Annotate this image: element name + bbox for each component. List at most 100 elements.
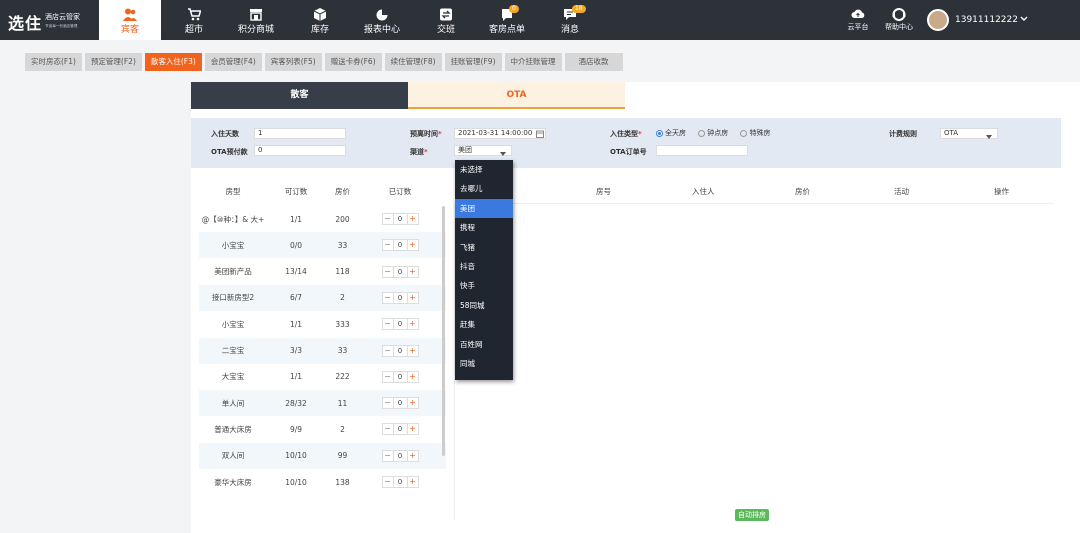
tab-credit[interactable]: 挂账管理(F9) [444,53,502,71]
nav-handover[interactable]: 交班 [428,0,464,40]
channel-option[interactable]: 飞猪 [455,238,513,257]
nav-reports-label: 报表中心 [363,25,400,35]
channel-option[interactable]: 抖音 [455,257,513,276]
calendar-icon[interactable] [536,130,544,140]
increment-button[interactable]: + [406,424,418,435]
decrement-button[interactable]: − [383,345,394,356]
tab-reservations[interactable]: 预定管理(F2) [84,53,142,71]
nav-points-mall[interactable]: 积分商城 [231,0,281,40]
radio-special[interactable]: 特殊房 [740,129,770,137]
booked-count[interactable]: 0 [394,398,407,408]
room-available: 10/10 [285,477,307,487]
table-row[interactable]: 普通大床房 9/9 2 −0 + [199,416,446,442]
increment-button[interactable]: + [406,319,418,330]
decrement-button[interactable]: − [383,240,394,251]
tab-agency-credit[interactable]: 中介挂账管理 [504,53,562,71]
booked-count[interactable]: 0 [394,424,407,434]
decrement-button[interactable]: − [383,371,394,382]
table-row[interactable]: 大宝宝 1/1 222 −0 + [199,364,446,390]
booked-count[interactable]: 0 [394,372,407,382]
radio-hourly[interactable]: 钟点房 [698,129,728,137]
tab-walkin[interactable]: 散客 [191,82,408,109]
tab-members[interactable]: 会员管理(F4) [204,53,262,71]
booked-count[interactable]: 0 [394,451,407,461]
table-row[interactable]: 单人间 28/32 11 −0 + [199,390,446,417]
nav-help-center[interactable]: 帮助中心 [880,0,918,40]
increment-button[interactable]: + [406,371,418,382]
room-available: 10/10 [285,451,307,461]
nav-inventory[interactable]: 库存 [300,0,340,40]
tab-extend-stay[interactable]: 续住管理(F8) [384,53,442,71]
ota-prepay-input[interactable]: 0 [254,145,346,156]
booked-count[interactable]: 0 [394,319,407,329]
table-row[interactable]: 豪华大床房 10/10 138 −0 + [199,469,446,495]
channel-option[interactable]: 58同城 [455,296,513,315]
tab-gift-coupons[interactable]: 赠送卡券(F6) [324,53,382,71]
booked-count[interactable]: 0 [394,477,407,487]
channel-option[interactable]: 百姓网 [455,335,513,354]
booked-count[interactable]: 0 [394,214,407,224]
user-menu[interactable]: 13911112222 [927,9,1028,31]
booked-stepper: −0 + [360,344,440,357]
nav-cloud-platform[interactable]: 云平台 [843,0,873,40]
increment-button[interactable]: + [406,398,418,409]
tab-guest-list[interactable]: 宾客列表(F5) [264,53,322,71]
table-row[interactable]: 小宝宝 1/1 333 −0 + [199,311,446,337]
channel-option[interactable]: 同城 [455,354,513,373]
nav-guest[interactable]: 宾客 [99,0,161,40]
decrement-button[interactable]: − [383,398,394,409]
room-table-scrollbar[interactable] [442,206,445,456]
decrement-button[interactable]: − [383,319,394,330]
nav-room-order[interactable]: 0 客房点单 [484,0,530,40]
decrement-button[interactable]: − [383,292,394,303]
tab-walkin-checkin[interactable]: 散客入住(F3) [144,53,202,71]
booked-count[interactable]: 0 [394,346,407,356]
messages-badge: 18 [572,5,586,13]
tab-room-status[interactable]: 实时房态(F1) [25,53,82,71]
room-price: 118 [335,267,350,277]
channel-option[interactable]: 赶集 [455,315,513,334]
booked-count[interactable]: 0 [394,293,407,303]
increment-button[interactable]: + [406,477,418,487]
decrement-button[interactable]: − [383,266,394,277]
channel-option[interactable]: 未选择 [455,160,513,179]
table-row[interactable]: 双人间 10/10 99 −0 + [199,442,446,469]
increment-button[interactable]: + [406,345,418,356]
channel-option[interactable]: 去哪儿 [455,179,513,198]
booked-stepper: −0 + [360,423,440,436]
table-row[interactable]: 二宝宝 3/3 33 −0 + [199,337,446,364]
stay-days-input[interactable]: 1 [254,128,346,139]
checkout-time-input[interactable]: 2021-03-31 14:00:00 [454,128,546,139]
nav-messages[interactable]: 18 消息 [555,0,586,40]
increment-button[interactable]: + [406,266,418,277]
channel-option[interactable]: 快手 [455,276,513,295]
channel-option[interactable]: 携程 [455,218,513,237]
decrement-button[interactable]: − [383,477,394,487]
tab-hotel-payments[interactable]: 酒店收款 [564,53,623,71]
ota-order-input[interactable] [656,145,748,156]
table-row[interactable]: @【⑩种：】& 大+ 1/1 200 −0 + [199,206,446,232]
tab-ota[interactable]: OTA [408,82,625,109]
nav-market[interactable]: 超市 [174,0,214,40]
increment-button[interactable]: + [406,450,418,461]
increment-button[interactable]: + [406,240,418,251]
nav-reports[interactable]: 报表中心 [358,0,406,40]
table-row[interactable]: 美团新产品 13/14 118 −0 + [199,259,446,285]
auto-assign-button[interactable]: 自动排房 [735,509,769,521]
user-phone: 13911112222 [955,15,1018,25]
increment-button[interactable]: + [406,214,418,224]
decrement-button[interactable]: − [383,450,394,461]
handover-icon [439,8,453,21]
radio-full-day[interactable]: 全天房 [656,129,686,137]
decrement-button[interactable]: − [383,214,394,224]
booked-count[interactable]: 0 [394,267,407,277]
decrement-button[interactable]: − [383,424,394,435]
table-row[interactable]: 小宝宝 0/0 33 −0 + [199,232,446,259]
col-booked: 已订数 [388,187,412,196]
room-type-name: 普通大床房 [214,424,252,434]
room-order-badge: 0 [509,5,519,13]
booked-count[interactable]: 0 [394,240,407,250]
increment-button[interactable]: + [406,292,418,303]
table-row[interactable]: 接口新房型2 6/7 2 −0 + [199,284,446,311]
channel-option[interactable]: 美团 [455,198,513,219]
